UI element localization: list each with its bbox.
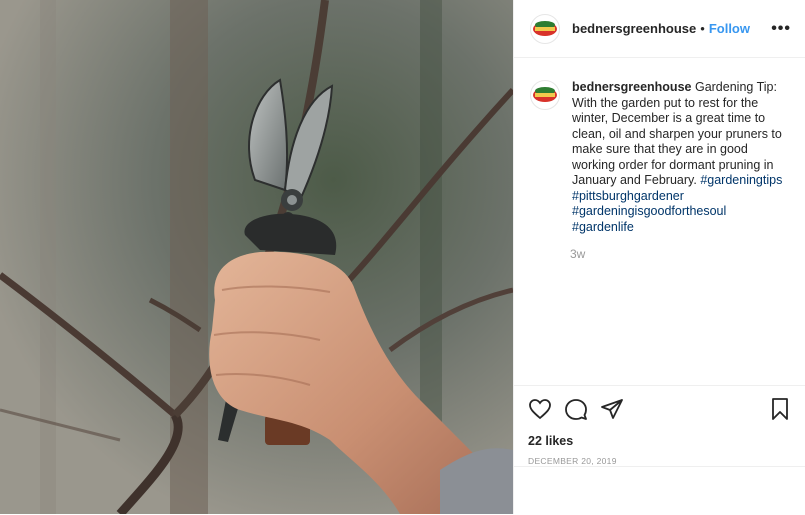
bedners-logo bbox=[533, 87, 557, 102]
caption-avatar[interactable] bbox=[530, 80, 560, 110]
bookmark-icon[interactable] bbox=[768, 397, 792, 421]
likes-count[interactable]: 22 likes bbox=[528, 434, 792, 448]
post-sidebar: bednersgreenhouse • Follow ••• bednersgr… bbox=[513, 0, 805, 514]
caption-body: Gardening Tip: With the garden put to re… bbox=[572, 80, 782, 187]
post-date: DECEMBER 20, 2019 bbox=[528, 456, 617, 466]
more-options-button[interactable]: ••• bbox=[771, 20, 791, 38]
comment-area bbox=[514, 466, 805, 515]
action-bar: 22 likes DECEMBER 20, 2019 bbox=[514, 385, 805, 466]
hashtag-link[interactable]: #gardenlife bbox=[572, 220, 634, 234]
post-header: bednersgreenhouse • Follow ••• bbox=[514, 0, 805, 58]
follow-button[interactable]: Follow bbox=[709, 21, 750, 36]
caption-username[interactable]: bednersgreenhouse bbox=[572, 80, 691, 94]
comment-icon[interactable] bbox=[564, 397, 588, 421]
pruner-hand-image bbox=[0, 0, 513, 514]
hashtag-link[interactable]: #pittsburghgardener bbox=[572, 189, 684, 203]
share-icon[interactable] bbox=[600, 397, 624, 421]
caption-text-block: bednersgreenhouse Gardening Tip: With th… bbox=[572, 80, 788, 235]
hashtag-link[interactable]: #gardeningisgoodforthesoul bbox=[572, 204, 726, 218]
post-photo[interactable] bbox=[0, 0, 513, 514]
avatar[interactable] bbox=[530, 13, 560, 44]
instagram-post: bednersgreenhouse • Follow ••• bednersgr… bbox=[0, 0, 805, 514]
header-username[interactable]: bednersgreenhouse bbox=[572, 21, 696, 36]
hashtag-link[interactable]: #gardeningtips bbox=[700, 173, 782, 187]
heart-icon[interactable] bbox=[528, 397, 552, 421]
bedners-logo bbox=[533, 20, 557, 36]
separator-dot: • bbox=[700, 21, 705, 36]
post-time-ago[interactable]: 3w bbox=[570, 247, 794, 261]
caption-block: bednersgreenhouse Gardening Tip: With th… bbox=[530, 80, 794, 261]
